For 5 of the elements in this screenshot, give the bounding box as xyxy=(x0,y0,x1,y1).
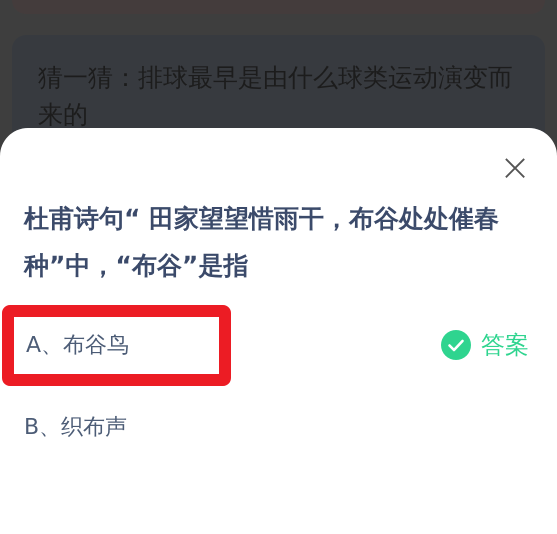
question-text: 杜甫诗句“ 田家望望惜雨干，布谷处处催春种”中，“布谷”是指 xyxy=(24,203,500,282)
option-item[interactable]: A、布谷鸟 xyxy=(2,304,232,386)
answer-label: 答案 xyxy=(481,330,529,361)
close-button[interactable]: × xyxy=(495,148,535,186)
option-item[interactable]: B、织布声 xyxy=(24,400,148,454)
